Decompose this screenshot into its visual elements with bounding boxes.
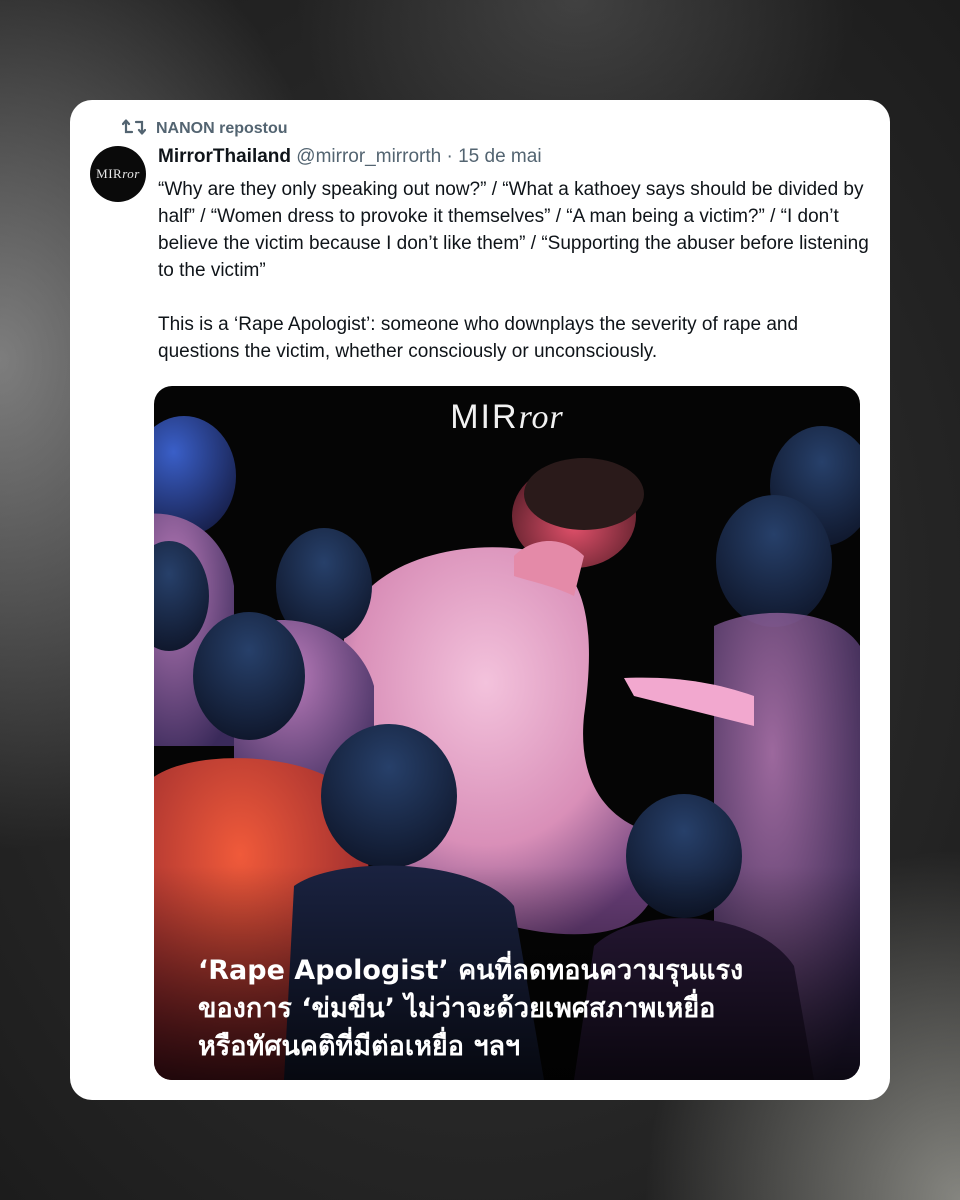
image-caption: ‘Rape Apologist’ คนที่ลดทอนความรุนแรง ขอ…: [198, 952, 838, 1066]
logo-text-italic: ror: [518, 399, 564, 436]
logo-text-plain: MIR: [450, 398, 519, 436]
tweet-date[interactable]: 15 de mai: [458, 146, 541, 167]
avatar[interactable]: MIR ror: [90, 146, 146, 202]
tweet-card[interactable]: NANON repostou MIR ror MirrorThailand @mi…: [70, 100, 890, 1100]
tweet-image[interactable]: MIRror ‘Rape Apologist’ คนที่ลดทอนความรุ…: [154, 386, 860, 1080]
caption-line-1: ‘Rape Apologist’ คนที่ลดทอนความรุนแรง: [198, 955, 744, 986]
header-separator: ·: [441, 146, 459, 167]
repost-label: NANON repostou: [156, 120, 288, 137]
tweet-paragraph-2: This is a ‘Rape Apologist’: someone who …: [158, 314, 799, 362]
repost-icon: [121, 117, 147, 142]
caption-line-2: ของการ ‘ข่มขืน’ ไม่ว่าจะด้วยเพศสภาพเหยื่…: [198, 993, 716, 1024]
caption-line-3: หรือทัศนคติที่มีต่อเหยื่อ ฯลฯ: [198, 1031, 521, 1062]
avatar-text-italic: ror: [122, 166, 140, 181]
tweet-header: MirrorThailand @mirror_mirrorth · 15 de …: [158, 146, 542, 168]
mirror-logo: MIRror: [154, 398, 860, 437]
author-name[interactable]: MirrorThailand: [158, 146, 291, 167]
avatar-text-plain: MIR: [96, 166, 123, 181]
repost-indicator[interactable]: NANON repostou: [121, 117, 288, 142]
tweet-paragraph-1: “Why are they only speaking out now?” / …: [158, 179, 869, 281]
tweet-body: “Why are they only speaking out now?” / …: [158, 176, 878, 365]
author-handle[interactable]: @mirror_mirrorth: [296, 146, 441, 167]
